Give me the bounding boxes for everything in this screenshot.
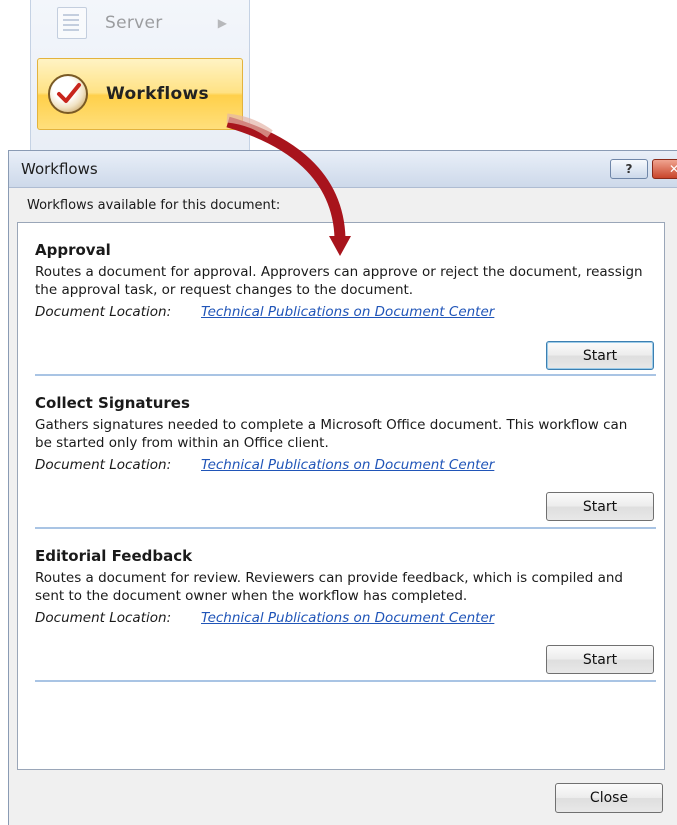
workflow-item-approval: Approval Routes a document for approval.…: [18, 223, 664, 376]
office-menu: Server ▶ Workflows: [30, 0, 250, 150]
workflow-name: Collect Signatures: [35, 394, 190, 412]
dialog-subtitle: Workflows available for this document:: [27, 198, 281, 213]
workflow-name: Editorial Feedback: [35, 547, 193, 565]
title-close-button[interactable]: ✕: [652, 159, 677, 179]
start-editorial-feedback-button[interactable]: Start: [546, 645, 654, 674]
close-icon: ✕: [668, 162, 677, 176]
close-button[interactable]: Close: [555, 783, 663, 813]
workflow-description: Routes a document for approval. Approver…: [35, 264, 643, 298]
dialog-titlebar: Workflows ? ✕: [9, 151, 677, 188]
menu-item-server-label: Server: [105, 13, 163, 33]
help-button[interactable]: ?: [610, 159, 648, 179]
workflow-list: Approval Routes a document for approval.…: [17, 222, 665, 770]
workflow-item-collect-signatures: Collect Signatures Gathers signatures ne…: [18, 376, 664, 529]
location-label: Document Location:: [35, 304, 172, 320]
dialog-title: Workflows: [21, 160, 98, 178]
location-link[interactable]: Technical Publications on Document Cente…: [201, 304, 494, 320]
location-link[interactable]: Technical Publications on Document Cente…: [201, 610, 494, 626]
submenu-arrow-icon: ▶: [217, 16, 227, 30]
help-icon: ?: [625, 162, 633, 176]
menu-item-server[interactable]: Server ▶: [37, 0, 243, 46]
menu-item-workflows-label: Workflows: [106, 84, 209, 104]
workflow-name: Approval: [35, 241, 111, 259]
location-link[interactable]: Technical Publications on Document Cente…: [201, 457, 494, 473]
start-approval-button[interactable]: Start: [546, 341, 654, 370]
menu-item-workflows[interactable]: Workflows: [37, 58, 243, 130]
workflow-description: Routes a document for review. Reviewers …: [35, 570, 623, 604]
workflow-description: Gathers signatures needed to complete a …: [35, 417, 628, 451]
separator: [35, 680, 656, 682]
location-label: Document Location:: [35, 457, 172, 473]
workflow-item-editorial-feedback: Editorial Feedback Routes a document for…: [18, 529, 664, 682]
location-label: Document Location:: [35, 610, 172, 626]
workflows-icon: [48, 74, 88, 114]
start-collect-signatures-button[interactable]: Start: [546, 492, 654, 521]
server-icon: [57, 7, 87, 39]
